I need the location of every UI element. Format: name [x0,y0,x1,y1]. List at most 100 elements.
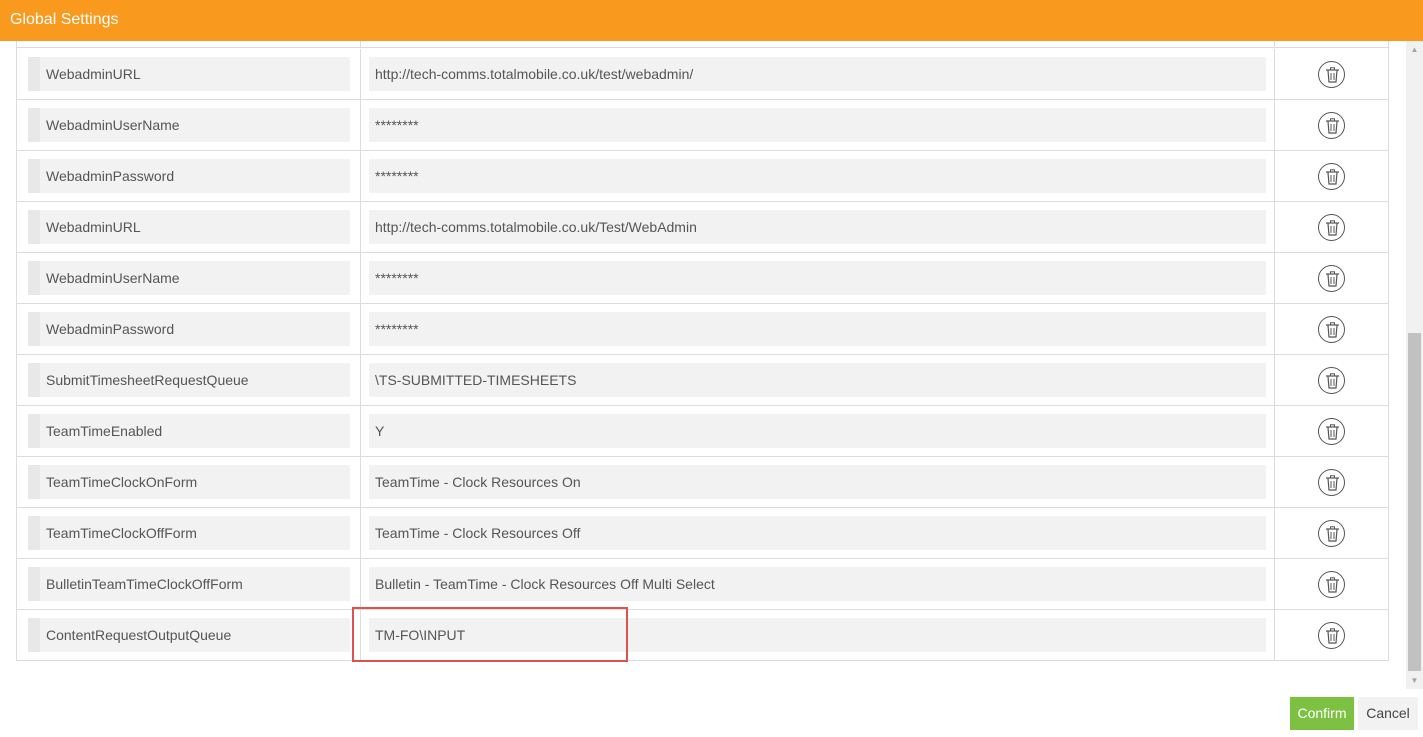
setting-action-cell [1275,559,1388,609]
table-row: TeamTimeEnabled Y [17,406,1388,457]
setting-name-cell: WebadminPassword [17,151,361,201]
settings-table: WebadminURL http://tech-comms.totalmobile… [16,41,1389,661]
setting-value-cell: Bulletin - TeamTime - Clock Resources Of… [361,559,1275,609]
setting-name-field[interactable]: TeamTimeEnabled [28,414,350,448]
setting-name-field[interactable]: WebadminURL [28,210,350,244]
trash-icon[interactable] [1318,571,1345,598]
trash-icon-svg [1326,475,1339,491]
setting-value-field[interactable]: Bulletin - TeamTime - Clock Resources Of… [369,567,1266,601]
trash-icon[interactable] [1318,367,1345,394]
setting-action-cell [1275,508,1388,558]
table-row: TeamTimeClockOffForm TeamTime - Clock Res… [17,508,1388,559]
setting-value-cell: ******** [361,304,1275,354]
setting-value-cell: TeamTime - Clock Resources On [361,457,1275,507]
trash-icon-svg [1326,271,1339,287]
scroll-up-icon[interactable]: ▲ [1406,41,1423,58]
setting-value-field[interactable]: TeamTime - Clock Resources On [369,465,1266,499]
setting-value-field[interactable]: TM-FO\INPUT [369,618,1266,652]
trash-icon[interactable] [1318,622,1345,649]
setting-value-cell: http://tech-comms.totalmobile.co.uk/test… [361,49,1275,99]
setting-name-cell: WebadminURL [17,202,361,252]
setting-name-field[interactable]: BulletinTeamTimeClockOffForm [28,567,350,601]
setting-name-field[interactable]: WebadminURL [28,57,350,91]
setting-value-field[interactable]: http://tech-comms.totalmobile.co.uk/Test… [369,210,1266,244]
setting-value-cell: Y [361,406,1275,456]
trash-icon-svg [1326,628,1339,644]
table-row: SubmitTimesheetRequestQueue \TS-SUBMITTED… [17,355,1388,406]
table-row: TeamTimeClockOnForm TeamTime - Clock Reso… [17,457,1388,508]
setting-name-cell: BulletinTeamTimeClockOffForm [17,559,361,609]
setting-action-cell [1275,610,1388,660]
setting-value-field[interactable]: ******** [369,108,1266,142]
table-row: WebadminUserName ******** [17,100,1388,151]
setting-value-field[interactable]: http://tech-comms.totalmobile.co.uk/test… [369,57,1266,91]
setting-value-cell: TM-FO\INPUT [361,610,1275,660]
table-row: WebadminPassword ******** [17,304,1388,355]
trash-icon[interactable] [1318,520,1345,547]
setting-name-cell: SubmitTimesheetRequestQueue [17,355,361,405]
setting-name-field[interactable]: WebadminPassword [28,159,350,193]
trash-icon[interactable] [1318,265,1345,292]
trash-icon-svg [1326,424,1339,440]
setting-action-cell [1275,355,1388,405]
scrollbar-thumb[interactable] [1408,333,1421,671]
setting-action-cell [1275,304,1388,354]
trash-icon[interactable] [1318,163,1345,190]
setting-value-cell: TeamTime - Clock Resources Off [361,508,1275,558]
setting-value-field[interactable]: \TS-SUBMITTED-TIMESHEETS [369,363,1266,397]
setting-value-cell: \TS-SUBMITTED-TIMESHEETS [361,355,1275,405]
table-row: ContentRequestOutputQueue TM-FO\INPUT [17,610,1388,660]
setting-name-cell: WebadminUserName [17,253,361,303]
cancel-button[interactable]: Cancel [1358,697,1418,730]
setting-name-cell: WebadminUserName [17,100,361,150]
setting-value-cell: ******** [361,253,1275,303]
trash-icon-svg [1326,67,1339,83]
setting-name-field[interactable]: TeamTimeClockOffForm [28,516,350,550]
setting-action-cell [1275,406,1388,456]
setting-name-cell: WebadminURL [17,49,361,99]
confirm-button[interactable]: Confirm [1290,697,1354,730]
trash-icon-svg [1326,526,1339,542]
setting-name-cell: TeamTimeEnabled [17,406,361,456]
trash-icon[interactable] [1318,112,1345,139]
vertical-scrollbar[interactable]: ▲ ▼ [1406,41,1423,689]
setting-value-field[interactable]: ******** [369,261,1266,295]
setting-name-cell: TeamTimeClockOffForm [17,508,361,558]
setting-name-cell: WebadminPassword [17,304,361,354]
setting-name-field[interactable]: WebadminPassword [28,312,350,346]
setting-name-field[interactable]: WebadminUserName [28,261,350,295]
trash-icon-svg [1326,577,1339,593]
setting-value-cell: http://tech-comms.totalmobile.co.uk/Test… [361,202,1275,252]
setting-action-cell [1275,151,1388,201]
setting-action-cell [1275,49,1388,99]
setting-value-cell: ******** [361,100,1275,150]
setting-value-field[interactable]: Y [369,414,1266,448]
setting-name-field[interactable]: ContentRequestOutputQueue [28,618,350,652]
window-title: Global Settings [0,0,1423,41]
table-row: WebadminPassword ******** [17,151,1388,202]
table-row-partial [17,41,1388,48]
trash-icon-svg [1326,169,1339,185]
trash-icon[interactable] [1318,316,1345,343]
setting-value-cell: ******** [361,151,1275,201]
setting-name-field[interactable]: SubmitTimesheetRequestQueue [28,363,350,397]
setting-value-field[interactable]: ******** [369,159,1266,193]
trash-icon[interactable] [1318,418,1345,445]
trash-icon[interactable] [1318,61,1345,88]
setting-action-cell [1275,457,1388,507]
table-row: BulletinTeamTimeClockOffForm Bulletin - T… [17,559,1388,610]
setting-value-field[interactable]: TeamTime - Clock Resources Off [369,516,1266,550]
setting-action-cell [1275,100,1388,150]
table-row: WebadminUserName ******** [17,253,1388,304]
setting-action-cell [1275,253,1388,303]
setting-name-cell: TeamTimeClockOnForm [17,457,361,507]
trash-icon[interactable] [1318,214,1345,241]
trash-icon-svg [1326,118,1339,134]
setting-action-cell [1275,202,1388,252]
table-row: WebadminURL http://tech-comms.totalmobile… [17,49,1388,100]
trash-icon[interactable] [1318,469,1345,496]
setting-name-field[interactable]: WebadminUserName [28,108,350,142]
scroll-down-icon[interactable]: ▼ [1406,672,1423,689]
setting-name-field[interactable]: TeamTimeClockOnForm [28,465,350,499]
setting-value-field[interactable]: ******** [369,312,1266,346]
